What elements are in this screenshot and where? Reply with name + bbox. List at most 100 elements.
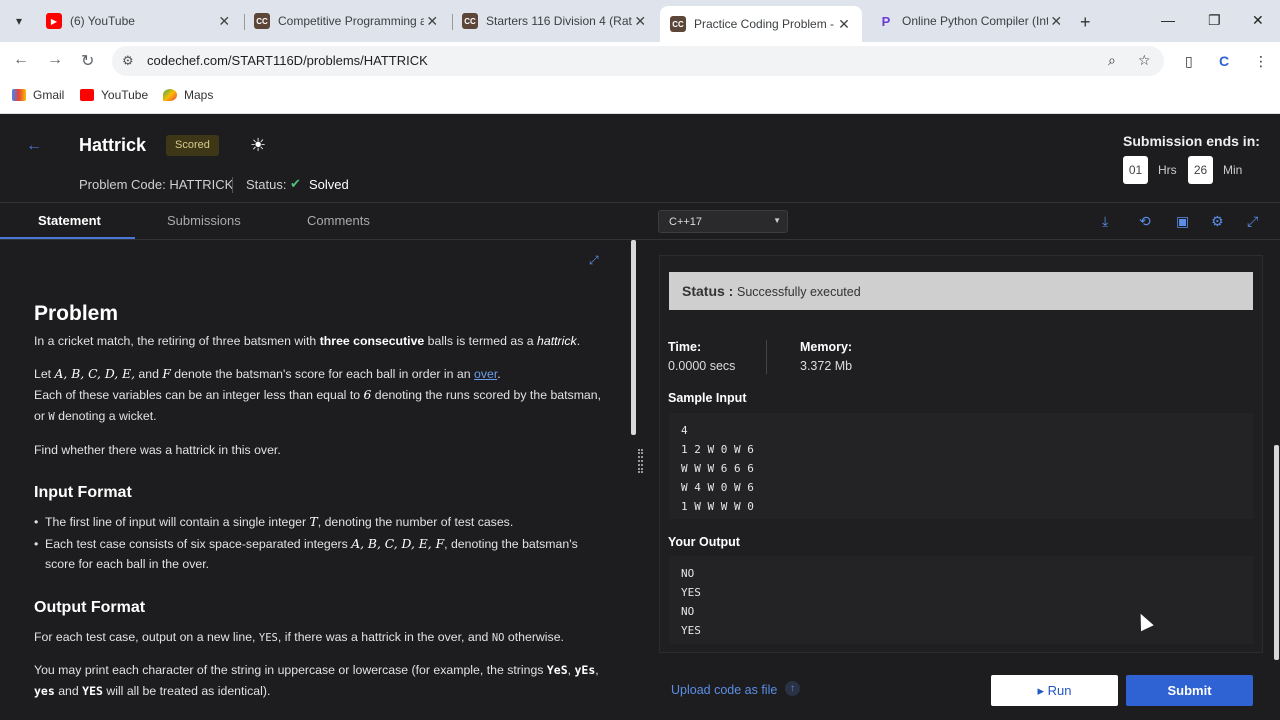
- submission-ends-label: Submission ends in:: [1123, 133, 1260, 149]
- tab-title: Competitive Programming a: [278, 14, 425, 28]
- side-panel-icon[interactable]: ▯: [1185, 53, 1193, 70]
- time-value: 0.0000 secs: [668, 359, 736, 373]
- resize-grip-icon[interactable]: [638, 449, 643, 473]
- timer-hours-unit: Hrs: [1158, 163, 1177, 177]
- run-label: Run: [1047, 683, 1072, 698]
- heading-input-format: Input Format: [34, 484, 132, 501]
- statement-paragraph: Let A, B, C, D, E, and F denote the bats…: [34, 367, 501, 381]
- result-scrollbar[interactable]: [1274, 445, 1279, 660]
- memory-value: 3.372 Mb: [800, 359, 853, 373]
- panel-resizer[interactable]: [637, 240, 645, 720]
- execution-status-bar: Status : Successfully executed: [669, 272, 1253, 310]
- upload-code-link[interactable]: Upload code as file: [671, 683, 777, 697]
- status-text: Successfully executed: [737, 285, 861, 299]
- browser-tab-practice[interactable]: CC Practice Coding Problem - C ✕: [660, 6, 862, 42]
- browser-tab-starters[interactable]: CC Starters 116 Division 4 (Rate ✕: [452, 6, 658, 36]
- problem-header: ← Hattrick Scored ☀ Problem Code: HATTRI…: [0, 115, 1280, 203]
- active-tab-underline: [0, 237, 135, 239]
- close-window-icon[interactable]: ✕: [1252, 12, 1264, 29]
- reset-code-icon[interactable]: ⟲: [1139, 213, 1151, 230]
- your-output-box: NO YES NO YES: [669, 556, 1253, 644]
- language-select[interactable]: C++17 ▼: [658, 210, 788, 233]
- close-tab-icon[interactable]: ✕: [216, 13, 232, 30]
- heading-problem: Problem: [34, 302, 119, 325]
- problem-code: Problem Code: HATTRICK: [79, 177, 234, 192]
- theme-toggle-sun-icon[interactable]: ☀: [250, 135, 266, 156]
- language-value: C++17: [669, 216, 703, 228]
- divider: [766, 340, 767, 374]
- close-tab-icon[interactable]: ✕: [1048, 13, 1064, 30]
- over-link[interactable]: over: [474, 367, 497, 381]
- bookmark-gmail[interactable]: Gmail: [12, 88, 64, 102]
- statement-paragraph: For each test case, output on a new line…: [34, 630, 564, 644]
- tab-title: Starters 116 Division 4 (Rate: [486, 14, 633, 28]
- tab-title: (6) YouTube: [70, 14, 135, 28]
- time-label: Time:: [668, 340, 702, 354]
- browser-tab-competitive[interactable]: CC Competitive Programming a ✕: [244, 6, 450, 36]
- statement-scrollbar[interactable]: [631, 240, 636, 435]
- close-tab-icon[interactable]: ✕: [632, 13, 648, 30]
- reload-icon[interactable]: ↻: [81, 51, 94, 71]
- forward-icon[interactable]: →: [47, 51, 63, 69]
- fullscreen-icon[interactable]: ⤢: [1247, 213, 1258, 230]
- check-icon: ✔: [290, 176, 301, 191]
- timer-minutes-unit: Min: [1223, 163, 1243, 177]
- zoom-search-icon[interactable]: ⌕: [1108, 52, 1116, 69]
- python-compiler-icon: P: [881, 13, 891, 29]
- sample-input-label: Sample Input: [668, 391, 747, 405]
- youtube-icon: [80, 89, 94, 101]
- back-arrow-icon[interactable]: ←: [26, 137, 42, 155]
- url-text[interactable]: codechef.com/START116D/problems/HATTRICK: [147, 53, 428, 68]
- tab-title: Practice Coding Problem - C: [694, 17, 834, 31]
- bookmark-label: YouTube: [101, 88, 149, 102]
- menu-icon[interactable]: ⋮: [1254, 53, 1268, 70]
- status-value: Solved: [309, 177, 349, 192]
- heading-output-format: Output Format: [34, 599, 146, 616]
- close-tab-icon[interactable]: ✕: [836, 16, 852, 33]
- chevron-down-icon: ▼: [773, 216, 781, 225]
- site-info-icon[interactable]: ⚙: [122, 53, 134, 69]
- divider: [232, 177, 233, 193]
- browser-tab-python[interactable]: P Online Python Compiler (Int ✕: [868, 6, 1074, 36]
- settings-gear-icon[interactable]: ⚙: [1211, 213, 1224, 230]
- bookmark-star-icon[interactable]: ☆: [1138, 52, 1151, 69]
- address-bar[interactable]: ⚙ codechef.com/START116D/problems/HATTRI…: [112, 46, 1164, 76]
- status-label: Status:: [246, 177, 287, 192]
- close-tab-icon[interactable]: ✕: [424, 13, 440, 30]
- bookmark-label: Maps: [184, 88, 214, 102]
- list-item: The first line of input will contain a s…: [34, 512, 605, 532]
- statement-paragraph: In a cricket match, the retiring of thre…: [34, 334, 581, 348]
- bookmark-label: Gmail: [33, 88, 65, 102]
- tab-title: Online Python Compiler (Int: [902, 14, 1049, 28]
- statement-paragraph: You may print each character of the stri…: [34, 663, 599, 698]
- back-icon[interactable]: ←: [13, 51, 29, 69]
- timer-minutes: 26: [1188, 156, 1213, 184]
- youtube-icon: ▶: [46, 13, 62, 29]
- statement-paragraph: Each of these variables can be an intege…: [34, 388, 602, 423]
- bookmark-youtube[interactable]: YouTube: [80, 88, 148, 102]
- sample-input-box: 4 1 2 W 0 W 6 W W W 6 6 6 W 4 W 0 W 6 1 …: [669, 413, 1253, 519]
- upload-icon[interactable]: ↑: [785, 681, 800, 696]
- maps-icon: [163, 89, 177, 101]
- restore-icon[interactable]: ❐: [1208, 12, 1221, 29]
- tab-statement[interactable]: Statement: [38, 213, 101, 228]
- browser-tab-youtube[interactable]: ▶ (6) YouTube ✕: [36, 6, 242, 36]
- bookmark-maps[interactable]: Maps: [163, 88, 213, 102]
- submit-button[interactable]: Submit: [1126, 675, 1253, 706]
- tab-comments[interactable]: Comments: [307, 213, 370, 228]
- statement-paragraph: Find whether there was a hattrick in thi…: [34, 443, 281, 457]
- save-icon[interactable]: ▣: [1176, 213, 1189, 230]
- tab-submissions[interactable]: Submissions: [167, 213, 241, 228]
- new-tab-icon[interactable]: +: [1080, 12, 1091, 33]
- tab-search-icon[interactable]: ▾: [10, 12, 28, 30]
- timer-hours: 01: [1123, 156, 1148, 184]
- run-button[interactable]: ▸ Run: [991, 675, 1118, 706]
- download-icon[interactable]: ⤓: [1102, 213, 1108, 230]
- list-item: Each test case consists of six space-sep…: [34, 534, 605, 574]
- extension-icon[interactable]: C: [1219, 53, 1229, 69]
- gmail-icon: [12, 89, 26, 101]
- minimize-icon[interactable]: —: [1161, 12, 1175, 28]
- status-key: Status :: [682, 283, 734, 299]
- codechef-icon: CC: [462, 13, 478, 29]
- expand-icon[interactable]: ⤢: [589, 253, 599, 268]
